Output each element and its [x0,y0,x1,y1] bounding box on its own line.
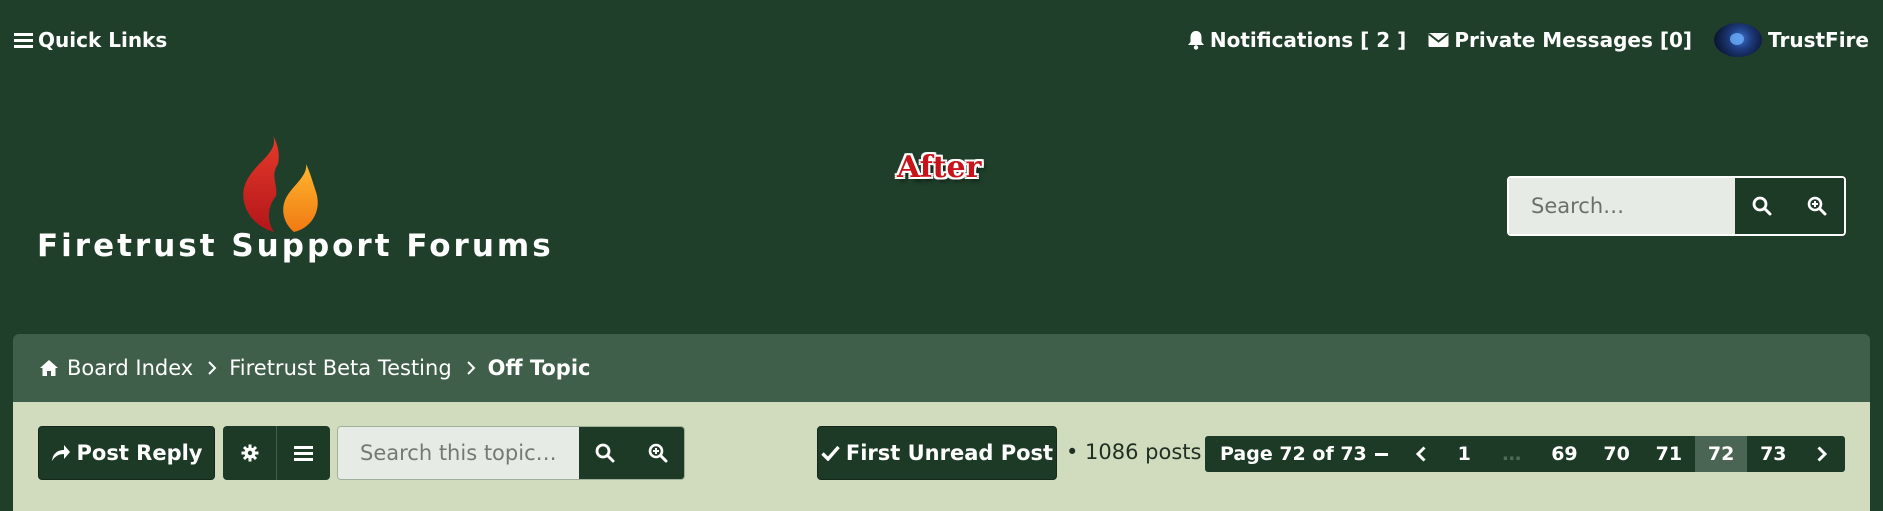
first-unread-post-label: First Unread Post [845,441,1054,465]
pagination: Page 72 of 73 1 … 69 70 71 72 73 [1205,436,1845,472]
page-link-70[interactable]: 70 [1591,436,1643,472]
header-search-button[interactable] [1735,178,1790,234]
bell-icon [1187,31,1204,50]
header-advanced-search-button[interactable] [1789,178,1844,234]
breadcrumb-beta-testing-label: Firetrust Beta Testing [229,356,452,380]
gear-icon [241,444,258,462]
header-search [1507,176,1846,236]
username-label: TrustFire [1768,28,1869,52]
page-link-69[interactable]: 69 [1538,436,1590,472]
site-title[interactable]: Firetrust Support Forums [37,228,554,264]
header-search-input[interactable] [1509,178,1735,234]
topic-search-button[interactable] [579,427,632,479]
topic-advanced-search-button[interactable] [631,427,684,479]
avatar [1714,23,1763,57]
dash-icon [1374,452,1388,456]
topic-search [337,426,685,480]
search-icon [595,443,615,463]
chevron-right-icon [466,361,476,375]
breadcrumb-off-topic-label: Off Topic [487,356,591,380]
breadcrumb: Board Index Firetrust Beta Testing Off T… [13,334,1870,402]
post-reply-button[interactable]: Post Reply [38,426,215,480]
page-link-73[interactable]: 73 [1747,436,1799,472]
hamburger-icon [14,33,33,48]
search-icon [1752,196,1772,216]
page-link-72-current[interactable]: 72 [1694,436,1748,472]
page-indicator: Page 72 of 73 [1220,443,1367,465]
after-banner-label: After [897,150,982,185]
post-reply-label: Post Reply [76,441,203,465]
private-messages-link[interactable]: Private Messages [0] [1428,28,1692,52]
quick-links-link[interactable]: Quick Links [14,28,167,52]
breadcrumb-board-index-label: Board Index [67,356,194,380]
zoom-in-icon [648,443,668,463]
next-page-button[interactable] [1799,436,1845,472]
zoom-in-icon [1807,196,1827,216]
post-count: • 1086 posts [1066,440,1202,464]
display-options-button[interactable] [277,426,330,480]
notifications-label: Notifications [ 2 ] [1209,28,1407,52]
topic-search-input[interactable] [338,427,579,479]
breadcrumb-board-index[interactable]: Board Index [39,356,193,380]
envelope-icon [1428,33,1449,47]
checkmark-icon [821,445,840,461]
home-icon [40,360,58,376]
page-link-71[interactable]: 71 [1643,436,1695,472]
private-messages-label: Private Messages [0] [1454,28,1693,52]
reply-arrow-icon [51,445,70,461]
first-unread-post-button[interactable]: First Unread Post [817,426,1057,480]
notifications-link[interactable]: Notifications [ 2 ] [1187,28,1406,52]
breadcrumb-off-topic[interactable]: Off Topic [488,356,591,380]
top-navigation: Quick Links Notifications [ 2 ] Private … [0,0,1883,80]
topic-tools-group [223,426,330,480]
list-icon [294,446,313,461]
breadcrumb-beta-testing[interactable]: Firetrust Beta Testing [229,356,451,380]
flame-logo-icon[interactable] [240,136,320,234]
quick-links-label: Quick Links [38,28,168,52]
chevron-right-icon [1817,446,1828,462]
page-link-1[interactable]: 1 [1443,436,1485,472]
page-jump-button[interactable]: Page 72 of 73 [1205,443,1398,465]
user-menu-link[interactable]: TrustFire [1714,23,1869,57]
chevron-right-icon [207,361,217,375]
page-ellipsis: … [1502,443,1522,465]
topic-tools-button[interactable] [223,426,276,480]
chevron-left-icon [1415,446,1426,462]
previous-page-button[interactable] [1398,436,1444,472]
